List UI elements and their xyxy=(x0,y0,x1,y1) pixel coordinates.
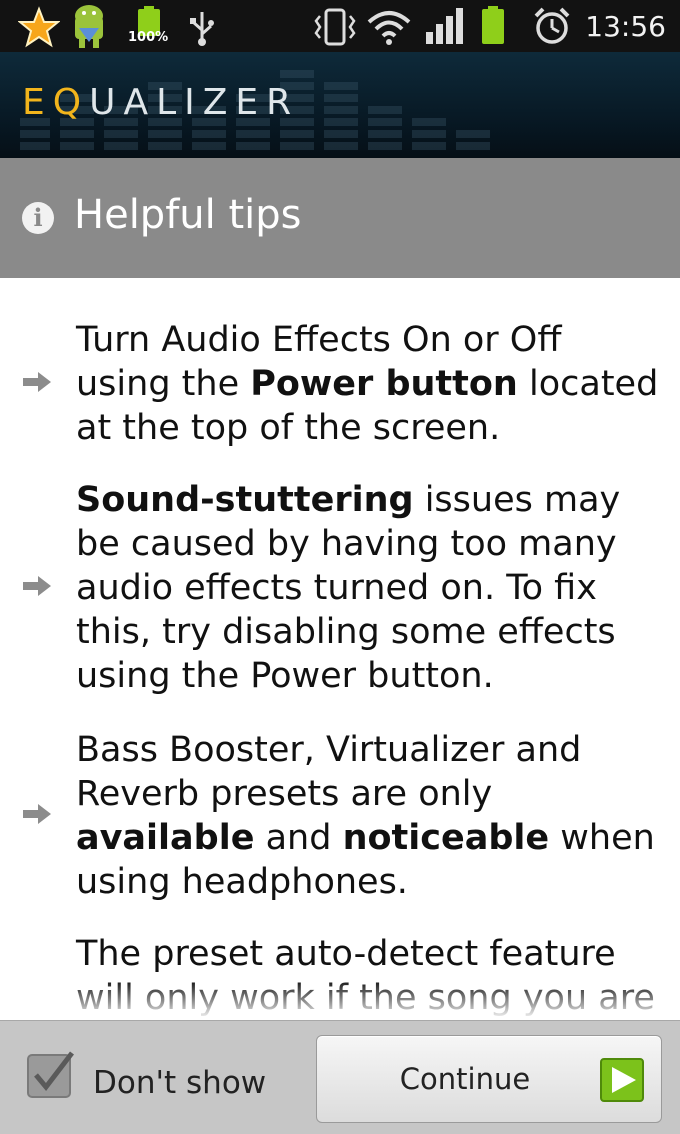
dont-show-label[interactable]: Don't show xyxy=(93,1065,266,1101)
signal-icon xyxy=(426,8,463,44)
tips-scroll-area[interactable]: Turn Audio Effects On or Off using the P… xyxy=(0,278,680,1020)
tip-text-segment: and xyxy=(254,818,343,858)
play-arrow-icon xyxy=(600,1058,644,1102)
status-bar: 100% 13:56 xyxy=(0,0,680,52)
dont-show-checkbox[interactable] xyxy=(26,1049,76,1099)
arrow-right-icon xyxy=(23,804,51,824)
tip-bold-text: Power button xyxy=(250,364,518,404)
arrow-right-icon xyxy=(23,372,51,392)
tip-text: Sound-stuttering issues may be caused by… xyxy=(76,478,666,698)
tip-bold-text: noticeable xyxy=(342,818,550,858)
usb-icon xyxy=(190,12,214,46)
clock-time: 13:56 xyxy=(585,10,666,43)
tip-bold-text: available xyxy=(76,818,255,858)
vibrate-icon xyxy=(314,8,356,46)
tip-text: Turn Audio Effects On or Off using the P… xyxy=(76,318,666,450)
battery-icon xyxy=(482,6,504,44)
battery-percent-label: 100% xyxy=(128,30,169,45)
alarm-icon xyxy=(534,7,570,44)
tip-bold-text: Sound-stuttering xyxy=(76,480,414,520)
android-icon xyxy=(75,5,103,48)
tip-text: Bass Booster, Virtualizer and Reverb pre… xyxy=(76,728,666,904)
dialog-header: i Helpful tips xyxy=(0,158,680,279)
app-title: EQUALIZER xyxy=(22,82,300,123)
dialog-title: Helpful tips xyxy=(74,192,302,238)
scroll-fade xyxy=(0,980,680,1020)
wifi-icon xyxy=(367,11,411,45)
tip-text-segment: Bass Booster, Virtualizer and Reverb pre… xyxy=(76,730,582,814)
continue-button-label: Continue xyxy=(399,1062,531,1096)
dialog-footer: Don't show Continue xyxy=(0,1020,680,1134)
app-title-bar: EQUALIZER xyxy=(0,52,680,158)
star-icon xyxy=(18,6,60,48)
info-icon: i xyxy=(22,202,54,234)
arrow-right-icon xyxy=(23,576,51,596)
continue-button[interactable]: Continue xyxy=(316,1035,662,1123)
